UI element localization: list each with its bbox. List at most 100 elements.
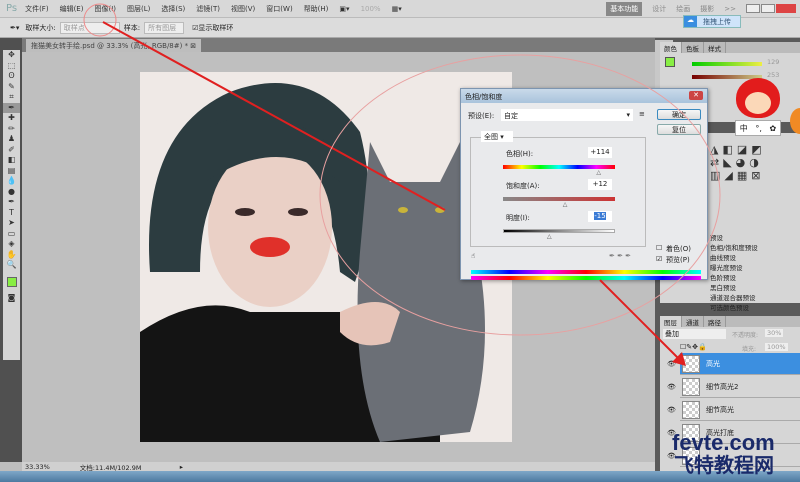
menu-file[interactable]: 文件(F) [25,4,49,14]
blend-mode-select[interactable]: 叠加 [663,329,726,339]
sample-size-select[interactable]: 取样点 [59,21,120,34]
screen-mode-icon[interactable]: ▣▾ [339,5,349,13]
menu-edit[interactable]: 编辑(E) [60,4,84,14]
menu-window[interactable]: 窗口(W) [266,4,292,14]
lightness-slider-thumb[interactable]: △ [547,233,552,240]
marquee-tool-icon[interactable]: ⬚ [8,61,16,72]
hand-tool-icon[interactable]: ✋ [7,250,17,261]
type-tool-icon[interactable]: T [9,208,14,219]
preset-item[interactable]: 通道混合器预设 [710,293,780,303]
preset-item[interactable]: 曝光度预设 [710,263,780,273]
preset-item[interactable]: 色阶预设 [710,273,780,283]
quick-mask-icon[interactable]: ◙ [8,293,16,304]
stamp-tool-icon[interactable]: ♟ [8,134,15,145]
saturation-input[interactable]: +12 [588,179,612,190]
preset-select[interactable]: 自定 ▾ [501,109,633,121]
workspace-photo[interactable]: 摄影 [700,4,714,14]
eyedropper-tool-icon[interactable]: ✒▾ [10,24,19,32]
mascot-dots-button[interactable]: °, [755,124,762,133]
layer-row[interactable]: 高光 [680,353,800,375]
hue-slider-thumb[interactable]: △ [596,169,601,176]
preset-options-icon[interactable]: ≡ [639,110,645,118]
zoom-tool-icon[interactable]: 🔍 [7,260,17,271]
menu-select[interactable]: 选择(S) [161,4,185,14]
document-tab[interactable]: 拖猫美女转手绘.psd @ 33.3% (高光, RGB/8#) * ⊠ [26,39,202,52]
move-tool-icon[interactable]: ✥ [8,50,15,61]
eyedropper-icons[interactable]: ✒ ✒ ✒ [609,252,631,260]
eye-icon[interactable]: 👁 [667,360,676,368]
dialog-close-button[interactable]: ✕ [689,91,703,100]
shape-tool-icon[interactable]: ▭ [8,229,16,240]
lightness-input[interactable]: -15 [588,211,612,222]
sample-select[interactable]: 所有图层 [144,21,185,34]
eye-icon[interactable]: 👁 [667,406,676,414]
green-slider[interactable] [692,62,762,66]
mascot-settings-button[interactable]: ✿ [769,124,776,133]
gradient-tool-icon[interactable]: ▤ [8,166,16,177]
color-value-1[interactable]: 129 [767,58,779,66]
lightness-slider[interactable] [503,229,615,233]
hand-adjust-icon[interactable]: ☝ [471,252,475,260]
adjustment-icons[interactable]: ◮◧◪◩ ⇄◣◕◑ ▥◢▦⊠ [710,143,766,182]
ok-button[interactable]: 确定 [657,109,701,120]
workspace-more[interactable]: >> [724,5,736,13]
preset-item[interactable]: 可选颜色预设 [710,303,780,313]
zoom-select[interactable]: 100% [361,5,381,13]
hue-input[interactable]: +114 [588,147,612,158]
upload-popup[interactable]: ☁ 拖拽上传 [683,15,741,28]
history-brush-tool-icon[interactable]: ✐ [8,145,15,156]
dodge-tool-icon[interactable]: ● [8,187,15,198]
menu-help[interactable]: 帮助(H) [304,4,329,14]
pen-tool-icon[interactable]: ✒ [8,197,15,208]
adjustment-preset-list[interactable]: 预设 色相/饱和度预设 曲线预设 曝光度预设 色阶预设 黑白预设 通道混合器预设 可选颜色预设 [710,233,780,313]
arrange-icon[interactable]: ▦▾ [392,5,402,13]
tab-color[interactable]: 颜色 [660,42,682,53]
fg-color-swatch[interactable] [665,57,675,67]
foreground-color-swatch[interactable] [6,276,17,287]
eye-icon[interactable]: 👁 [667,383,676,391]
dialog-titlebar[interactable]: 色相/饱和度 ✕ [461,89,707,103]
document-image[interactable] [140,72,512,442]
preset-item[interactable]: 预设 [710,233,780,243]
eyedropper-tool-icon[interactable]: ✒ [3,102,20,113]
path-select-tool-icon[interactable]: ➤ [8,218,15,229]
menu-filter[interactable]: 滤镜(T) [196,4,220,14]
brush-tool-icon[interactable]: ✏ [8,124,15,135]
preset-item[interactable]: 曲线预设 [710,253,780,263]
mascot-lang-button[interactable]: 中 [740,123,748,134]
eraser-tool-icon[interactable]: ◧ [8,155,16,166]
crop-tool-icon[interactable]: ⌗ [9,92,14,103]
preset-item[interactable]: 黑白预设 [710,283,780,293]
saturation-slider-thumb[interactable]: △ [563,201,568,208]
tab-paths[interactable]: 路径 [704,316,726,327]
3d-tool-icon[interactable]: ◈ [8,239,14,250]
quick-select-tool-icon[interactable]: ✎ [8,82,15,93]
tab-swatches[interactable]: 色板 [682,42,704,53]
fill-input[interactable]: 100% [765,343,788,351]
lasso-tool-icon[interactable]: ʘ [8,71,14,82]
preview-checkbox[interactable]: ☑ [656,255,662,263]
lock-icons[interactable]: ☐✎✥🔒 [680,343,707,351]
close-button[interactable] [776,4,796,13]
healing-tool-icon[interactable]: ✚ [8,113,15,124]
blur-tool-icon[interactable]: 💧 [7,176,17,187]
tab-channels[interactable]: 通道 [682,316,704,327]
preset-item[interactable]: 色相/饱和度预设 [710,243,780,253]
saturation-slider[interactable] [503,197,615,201]
workspace-essentials[interactable]: 基本功能 [606,1,643,16]
workspace-design[interactable]: 设计 [652,4,666,14]
menu-layer[interactable]: 图层(L) [127,4,150,14]
layer-row[interactable]: 细节高光2 [680,376,800,398]
minimize-button[interactable] [746,4,760,13]
channel-select[interactable]: 全图 ▾ [481,131,513,142]
layer-row[interactable]: 细节高光 [680,399,800,421]
colorize-checkbox[interactable]: ☐ [656,244,662,252]
tab-styles[interactable]: 样式 [704,42,726,53]
mascot-widget[interactable]: 中 °, ✿ [733,78,783,140]
zoom-readout[interactable]: 33.33% [25,463,50,471]
restore-button[interactable] [761,4,775,13]
menu-image[interactable]: 图像(I) [94,4,116,14]
workspace-paint[interactable]: 绘画 [676,4,690,14]
tab-layers[interactable]: 图层 [660,316,682,327]
reset-button[interactable]: 复位 [657,124,701,135]
